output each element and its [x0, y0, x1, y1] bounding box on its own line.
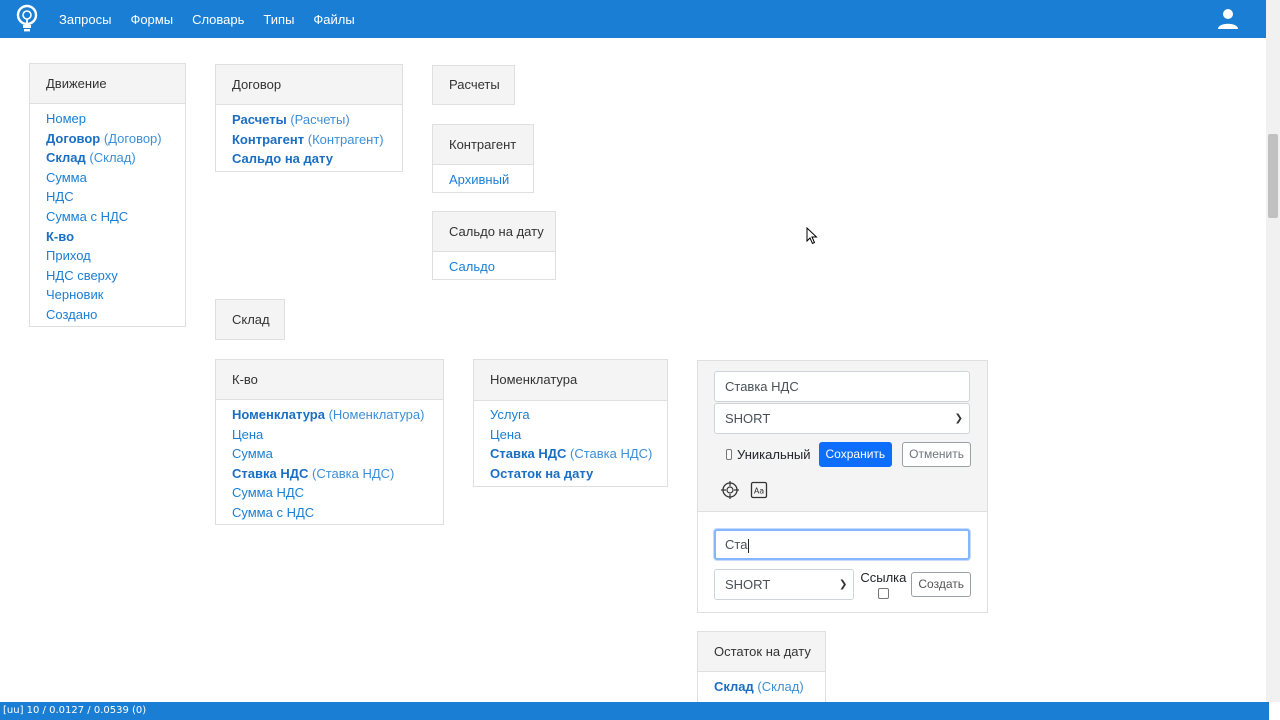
field-kontragent[interactable]: Контрагент (Контрагент): [232, 130, 386, 150]
card-title[interactable]: К-во: [216, 360, 443, 400]
field-cena[interactable]: Цена: [490, 425, 651, 445]
field-stavka-nds[interactable]: Ставка НДС (Ставка НДС): [232, 464, 427, 484]
field-chernovik[interactable]: Черновик: [46, 285, 169, 305]
field-summa-s-nds[interactable]: Сумма с НДС: [46, 207, 169, 227]
field-dogovor[interactable]: Договор (Договор): [46, 129, 169, 149]
svg-text:Aa: Aa: [754, 487, 764, 496]
chevron-down-icon: ❯: [838, 579, 848, 590]
lightbulb-logo-icon[interactable]: [15, 4, 39, 34]
card-title[interactable]: Остаток на дату: [698, 632, 825, 672]
field-prihod[interactable]: Приход: [46, 246, 169, 266]
field-arhivnyi[interactable]: Архивный: [449, 170, 517, 190]
field-nomenklatura[interactable]: Номенклатура (Номенклатура): [232, 405, 427, 425]
nav-zaprosy[interactable]: Запросы: [59, 12, 111, 27]
field-nds[interactable]: НДС: [46, 187, 169, 207]
link-checkbox[interactable]: [877, 588, 889, 599]
card-raschety: Расчеты: [432, 65, 515, 105]
field-type-select[interactable]: SHORT ❯: [714, 403, 970, 434]
field-saldo[interactable]: Сальдо: [449, 257, 539, 277]
nav-slovar[interactable]: Словарь: [192, 12, 244, 27]
field-ostatok-na-datu[interactable]: Остаток на дату: [490, 464, 651, 484]
create-button[interactable]: Создать: [911, 572, 971, 597]
new-field-name-input[interactable]: Ста: [714, 529, 970, 560]
new-field-section: Ста SHORT ❯ Ссылка Создать: [698, 512, 987, 610]
field-cena[interactable]: Цена: [232, 425, 427, 445]
field-name-input[interactable]: Ставка НДС: [714, 371, 970, 402]
nav-faily[interactable]: Файлы: [313, 12, 354, 27]
card-title[interactable]: Склад: [216, 300, 284, 339]
user-icon[interactable]: [1216, 7, 1240, 31]
text-caret: [748, 538, 750, 553]
card-title[interactable]: Договор: [216, 65, 402, 105]
card-sklad: Склад: [215, 299, 285, 340]
chevron-down-icon: ❯: [954, 413, 963, 424]
field-summa-s-nds[interactable]: Сумма с НДС: [232, 503, 427, 523]
card-ostatok-na-datu: Остаток на дату Склад (Склад): [697, 631, 826, 702]
field-sklad[interactable]: Склад (Склад): [714, 677, 809, 697]
card-title[interactable]: Расчеты: [433, 66, 514, 104]
field-nomer[interactable]: Номер: [46, 109, 169, 129]
field-sklad[interactable]: Склад (Склад): [46, 148, 169, 168]
card-title[interactable]: Сальдо на дату: [433, 212, 555, 252]
unique-checkbox[interactable]: [726, 449, 733, 460]
scrollbar-thumb[interactable]: [1268, 134, 1278, 218]
field-nds-sverhu[interactable]: НДС сверху: [46, 266, 169, 286]
cancel-button[interactable]: Отменить: [902, 442, 971, 467]
field-summa[interactable]: Сумма: [232, 444, 427, 464]
field-summa-nds[interactable]: Сумма НДС: [232, 483, 427, 503]
field-stavka-nds[interactable]: Ставка НДС (Ставка НДС): [490, 444, 652, 464]
save-button[interactable]: Сохранить: [818, 442, 893, 467]
field-usluga[interactable]: Услуга: [490, 405, 651, 425]
card-title[interactable]: Движение: [30, 64, 185, 104]
field-summa[interactable]: Сумма: [46, 168, 169, 188]
field-sozdano[interactable]: Создано: [46, 305, 169, 325]
link-label: Ссылка: [860, 570, 907, 585]
nav-tipy[interactable]: Типы: [263, 12, 294, 27]
field-saldo-na-datu[interactable]: Сальдо на дату: [232, 149, 386, 169]
card-title[interactable]: Контрагент: [433, 125, 533, 165]
status-bar: [uu] 10 / 0.0127 / 0.0539 (0): [0, 702, 1269, 720]
field-raschety[interactable]: Расчеты (Расчеты): [232, 110, 386, 130]
card-kvo: К-во Номенклатура (Номенклатура) Цена Су…: [215, 359, 444, 525]
nav-formy[interactable]: Формы: [130, 12, 173, 27]
card-dvizhenie: Движение Номер Договор (Договор) Склад (…: [29, 63, 186, 327]
edit-field-section: Ставка НДС SHORT ❯ Уникальный Сохранить …: [698, 361, 987, 512]
link-option: Ссылка: [860, 570, 906, 599]
field-edit-panel: Ставка НДС SHORT ❯ Уникальный Сохранить …: [697, 360, 988, 613]
field-kvo[interactable]: К-во: [46, 227, 169, 247]
card-dogovor: Договор Расчеты (Расчеты) Контрагент (Ко…: [215, 64, 403, 172]
card-title[interactable]: Номенклатура: [474, 360, 667, 401]
card-nomenklatura: Номенклатура Услуга Цена Ставка НДС (Ста…: [473, 359, 668, 487]
card-kontragent: Контрагент Архивный: [432, 124, 534, 193]
vertical-scrollbar[interactable]: [1266, 0, 1280, 702]
crosshair-icon[interactable]: [720, 480, 740, 500]
top-navbar: Запросы Формы Словарь Типы Файлы: [0, 0, 1266, 38]
new-field-type-select[interactable]: SHORT ❯: [714, 569, 855, 600]
text-case-icon[interactable]: Aa: [749, 480, 769, 500]
card-saldo-na-datu: Сальдо на дату Сальдо: [432, 211, 556, 280]
mouse-cursor-icon: [806, 226, 818, 245]
unique-label: Уникальный: [737, 447, 811, 462]
